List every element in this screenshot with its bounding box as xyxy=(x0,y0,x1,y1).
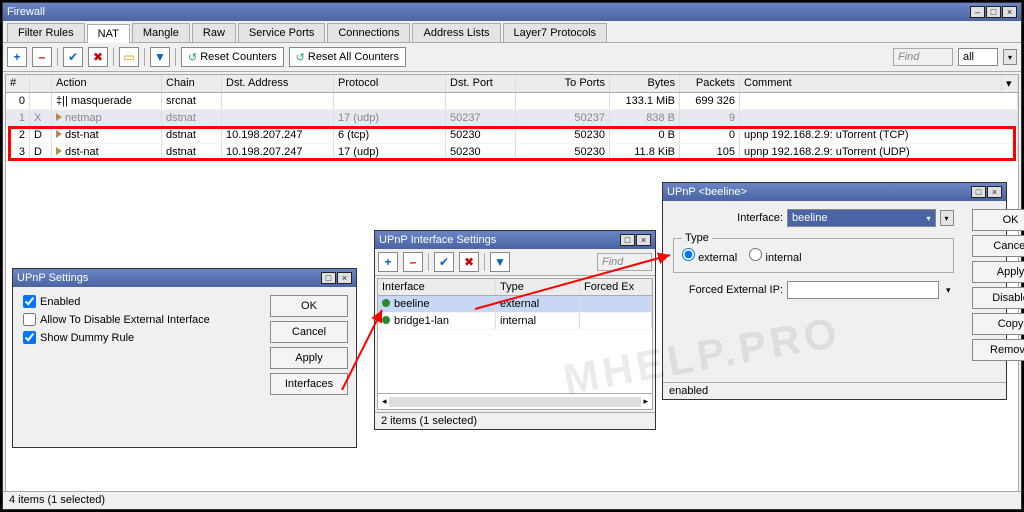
nat-row[interactable]: 0‡|| masqueradesrcnat133.1 MiB699 326 xyxy=(6,93,1018,110)
iface-row-beeline[interactable]: beeline external xyxy=(378,296,652,313)
reset-icon: ↺ xyxy=(296,51,305,64)
firewall-toolbar: + – ✔ ✖ ▭ ▼ ↺Reset Counters ↺Reset All C… xyxy=(3,43,1021,72)
close-icon[interactable]: × xyxy=(337,272,352,284)
tab-nat[interactable]: NAT xyxy=(87,24,130,43)
maximize-icon[interactable]: □ xyxy=(321,272,336,284)
upnp-settings-titlebar: UPnP Settings □ × xyxy=(13,269,356,287)
remove-button[interactable]: – xyxy=(32,47,52,67)
ok-button[interactable]: OK xyxy=(270,295,348,317)
scroll-left-icon[interactable]: ◂ xyxy=(382,396,387,407)
upnp-detail-titlebar: UPnP <beeline> □ × xyxy=(663,183,1006,201)
firewall-tabs: Filter Rules NAT Mangle Raw Service Port… xyxy=(3,21,1021,43)
firewall-titlebar: Firewall – □ × xyxy=(3,3,1021,21)
filter-icon[interactable]: ▼ xyxy=(490,252,510,272)
interface-dropdown[interactable]: beeline▾ xyxy=(787,209,936,227)
tab-filter-rules[interactable]: Filter Rules xyxy=(7,23,85,42)
firewall-title: Firewall xyxy=(7,6,45,18)
status-dot-icon xyxy=(382,316,390,324)
disable-button[interactable]: ✖ xyxy=(88,47,108,67)
close-icon[interactable]: × xyxy=(636,234,651,246)
type-group: Type external internal xyxy=(673,232,954,273)
reset-all-counters-button[interactable]: ↺Reset All Counters xyxy=(289,47,406,67)
chevron-down-icon[interactable]: ▾ xyxy=(1003,49,1017,65)
enable-button[interactable]: ✔ xyxy=(434,252,454,272)
forced-ip-input[interactable] xyxy=(787,281,939,299)
filter-all-dropdown[interactable]: all xyxy=(958,48,998,66)
remove-button[interactable]: Remove xyxy=(972,339,1024,361)
scroll-right-icon[interactable]: ▸ xyxy=(643,396,648,407)
tab-service-ports[interactable]: Service Ports xyxy=(238,23,325,42)
play-icon xyxy=(56,113,62,121)
reset-icon: ↺ xyxy=(188,51,197,64)
interfaces-button[interactable]: Interfaces xyxy=(270,373,348,395)
minimize-icon[interactable]: – xyxy=(970,6,985,18)
type-internal-radio[interactable]: internal xyxy=(749,252,801,264)
status-dot-icon xyxy=(382,299,390,307)
upnp-settings-window: UPnP Settings □ × Enabled Allow To Disab… xyxy=(12,268,357,448)
maximize-icon[interactable]: □ xyxy=(986,6,1001,18)
disable-button[interactable]: Disable xyxy=(972,287,1024,309)
add-button[interactable]: + xyxy=(7,47,27,67)
nat-row[interactable]: 1Xnetmapdstnat17 (udp)5023750237838 B9 xyxy=(6,110,1018,127)
find-input[interactable]: Find xyxy=(893,48,953,66)
play-icon xyxy=(56,147,62,155)
maximize-icon[interactable]: □ xyxy=(971,186,986,198)
enabled-checkbox[interactable] xyxy=(23,295,36,308)
remove-button[interactable]: – xyxy=(403,252,423,272)
show-dummy-checkbox[interactable] xyxy=(23,331,36,344)
close-icon[interactable]: × xyxy=(1002,6,1017,18)
upnp-iface-window: UPnP Interface Settings □ × + – ✔ ✖ ▼ Fi… xyxy=(374,230,656,430)
upnp-detail-window: UPnP <beeline> □ × Interface: beeline▾ ▾… xyxy=(662,182,1007,400)
enable-button[interactable]: ✔ xyxy=(63,47,83,67)
copy-button[interactable]: Copy xyxy=(972,313,1024,335)
tab-mangle[interactable]: Mangle xyxy=(132,23,190,42)
allow-disable-checkbox[interactable] xyxy=(23,313,36,326)
nat-grid-header: # Action Chain Dst. Address Protocol Dst… xyxy=(6,75,1018,93)
iface-status: 2 items (1 selected) xyxy=(375,412,655,429)
chevron-down-icon[interactable]: ▾ xyxy=(940,210,954,226)
tab-raw[interactable]: Raw xyxy=(192,23,236,42)
upnp-detail-status: enabled xyxy=(663,382,1006,399)
reset-counters-button[interactable]: ↺Reset Counters xyxy=(181,47,284,67)
upnp-iface-titlebar: UPnP Interface Settings □ × xyxy=(375,231,655,249)
firewall-status: 4 items (1 selected) xyxy=(3,491,1021,509)
iface-row-bridge[interactable]: bridge1-lan internal xyxy=(378,313,652,330)
tab-connections[interactable]: Connections xyxy=(327,23,410,42)
comment-button[interactable]: ▭ xyxy=(119,47,139,67)
iface-grid: Interface Type Forced Ex beeline externa… xyxy=(377,278,653,410)
play-icon xyxy=(56,130,62,138)
tab-address-lists[interactable]: Address Lists xyxy=(412,23,500,42)
tab-layer7[interactable]: Layer7 Protocols xyxy=(503,23,608,42)
ok-button[interactable]: OK xyxy=(972,209,1024,231)
apply-button[interactable]: Apply xyxy=(972,261,1024,283)
apply-button[interactable]: Apply xyxy=(270,347,348,369)
cancel-button[interactable]: Cancel xyxy=(972,235,1024,257)
close-icon[interactable]: × xyxy=(987,186,1002,198)
type-external-radio[interactable]: external xyxy=(682,252,737,264)
nat-row[interactable]: 3Ddst-natdstnat10.198.207.24717 (udp)502… xyxy=(6,144,1018,161)
maximize-icon[interactable]: □ xyxy=(620,234,635,246)
filter-icon[interactable]: ▼ xyxy=(150,47,170,67)
chevron-down-icon[interactable]: ▾ xyxy=(1002,75,1018,92)
disable-button[interactable]: ✖ xyxy=(459,252,479,272)
chevron-down-icon[interactable]: ▾ xyxy=(943,285,954,296)
nat-row[interactable]: 2Ddst-natdstnat10.198.207.2476 (tcp)5023… xyxy=(6,127,1018,144)
cancel-button[interactable]: Cancel xyxy=(270,321,348,343)
find-input[interactable]: Find xyxy=(597,253,652,271)
upnp-iface-toolbar: + – ✔ ✖ ▼ Find xyxy=(375,249,655,276)
add-button[interactable]: + xyxy=(378,252,398,272)
